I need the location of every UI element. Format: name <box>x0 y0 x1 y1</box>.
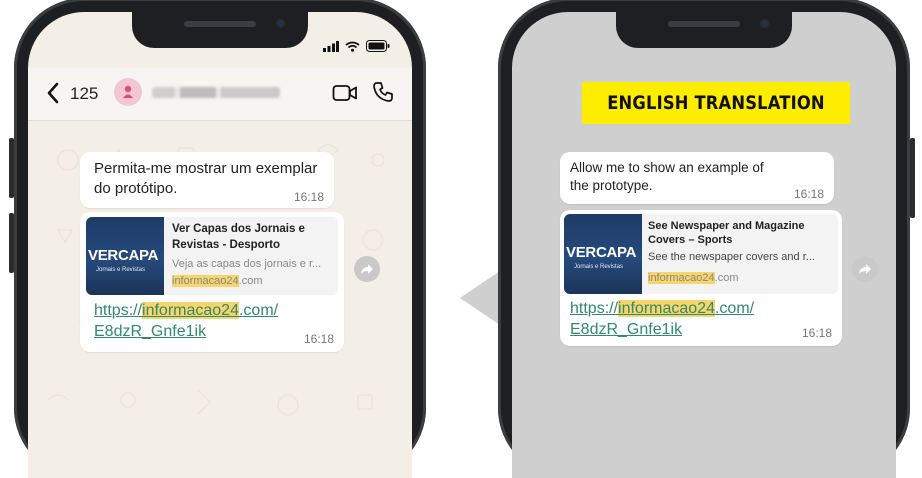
front-camera <box>276 19 285 28</box>
message-time: 16:18 <box>293 190 324 204</box>
preview-description: See the newspaper covers and r... <box>648 251 815 263</box>
message-text-line: Allow me to show an example of <box>570 160 764 175</box>
link-suffix: .com/ <box>714 300 755 317</box>
message-link-line2[interactable]: E8dzR_Gnfe1ik <box>94 323 206 341</box>
preview-domain-highlight: informacao24 <box>172 275 239 287</box>
message-link[interactable]: https://informacao24.com/ <box>94 302 278 320</box>
thumbnail-subtext: Jornais e Revistas <box>574 264 624 270</box>
forward-icon <box>361 264 373 274</box>
preview-title-line: Revistas - Desporto <box>172 239 281 251</box>
link-prefix: https:// <box>570 300 619 317</box>
message-time: 16:18 <box>793 187 824 201</box>
contact-name-redacted[interactable] <box>152 87 280 98</box>
chevron-left-icon[interactable] <box>46 82 60 104</box>
preview-thumbnail: VERCAPA Jornais e Revistas <box>564 214 642 294</box>
message-text-line: the prototype. <box>570 178 653 193</box>
forward-icon <box>859 264 871 274</box>
thumbnail-subtext: Jornais e Revistas <box>96 267 146 273</box>
preview-title-line: Ver Capas dos Jornais e <box>172 223 305 235</box>
message-bubble[interactable]: Allow me to show an example of the proto… <box>560 152 834 204</box>
forward-button[interactable] <box>852 256 878 282</box>
thumbnail-logo-text: VERCAPA <box>566 244 637 261</box>
preview-title-line: Covers – Sports <box>648 234 733 246</box>
phone-original: 125 Permita-me mostrar um exemplar do pr… <box>9 0 426 478</box>
signal-icon <box>323 40 339 52</box>
message-text-line: Permita-me mostrar um exemplar <box>94 160 318 177</box>
notch <box>132 12 308 48</box>
chat-screen: 125 Permita-me mostrar um exemplar do pr… <box>28 12 412 478</box>
link-message-bubble[interactable]: VERCAPA Jornais e Revistas Ver Capas dos… <box>80 212 344 352</box>
chat-header: 125 <box>28 68 412 121</box>
video-call-icon[interactable] <box>332 83 358 103</box>
preview-domain: informacao24.com <box>172 275 263 287</box>
message-time: 16:18 <box>303 332 334 346</box>
link-preview-card[interactable]: VERCAPA Jornais e Revistas See Newspaper… <box>564 214 838 294</box>
speaker-grille <box>668 21 740 27</box>
front-camera <box>760 19 769 28</box>
preview-domain-tld: .com <box>714 272 739 284</box>
link-preview-card[interactable]: VERCAPA Jornais e Revistas Ver Capas dos… <box>86 217 338 295</box>
wifi-icon <box>345 41 360 52</box>
message-link-line2[interactable]: E8dzR_Gnfe1ik <box>570 321 682 339</box>
forward-button[interactable] <box>354 256 380 282</box>
power-button <box>910 138 915 218</box>
volume-button <box>9 213 14 273</box>
message-time: 16:18 <box>801 326 832 340</box>
unread-count[interactable]: 125 <box>70 84 98 104</box>
preview-description: Veja as capas dos jornais e r... <box>172 258 322 270</box>
speaker-grille <box>184 21 256 27</box>
phone-translation: ENGLISH TRANSLATION Allow me to show an … <box>498 0 915 478</box>
link-prefix: https:// <box>94 302 143 319</box>
link-domain-highlight: informacao24 <box>618 300 715 317</box>
message-bubble[interactable]: Permita-me mostrar um exemplar do protót… <box>80 152 334 208</box>
link-suffix: .com/ <box>238 302 279 319</box>
status-bar <box>323 40 390 52</box>
translation-screen: ENGLISH TRANSLATION Allow me to show an … <box>512 12 896 478</box>
person-icon <box>123 85 133 98</box>
translation-banner: ENGLISH TRANSLATION <box>581 82 851 124</box>
preview-thumbnail: VERCAPA Jornais e Revistas <box>86 217 164 295</box>
link-message-bubble[interactable]: VERCAPA Jornais e Revistas See Newspaper… <box>560 210 842 346</box>
message-link[interactable]: https://informacao24.com/ <box>570 300 754 318</box>
thumbnail-logo-text: VERCAPA <box>88 247 159 264</box>
battery-icon <box>366 40 390 52</box>
contact-avatar[interactable] <box>114 78 142 106</box>
volume-button <box>9 138 14 198</box>
message-text-line: do protótipo. <box>94 180 178 197</box>
voice-call-icon[interactable] <box>372 81 394 103</box>
notch <box>616 12 792 48</box>
preview-domain-highlight: informacao24 <box>648 272 715 284</box>
preview-domain-tld: .com <box>238 275 263 287</box>
link-domain-highlight: informacao24 <box>142 302 239 319</box>
preview-title-line: See Newspaper and Magazine <box>648 220 805 232</box>
preview-domain: informacao24.com <box>648 272 739 284</box>
